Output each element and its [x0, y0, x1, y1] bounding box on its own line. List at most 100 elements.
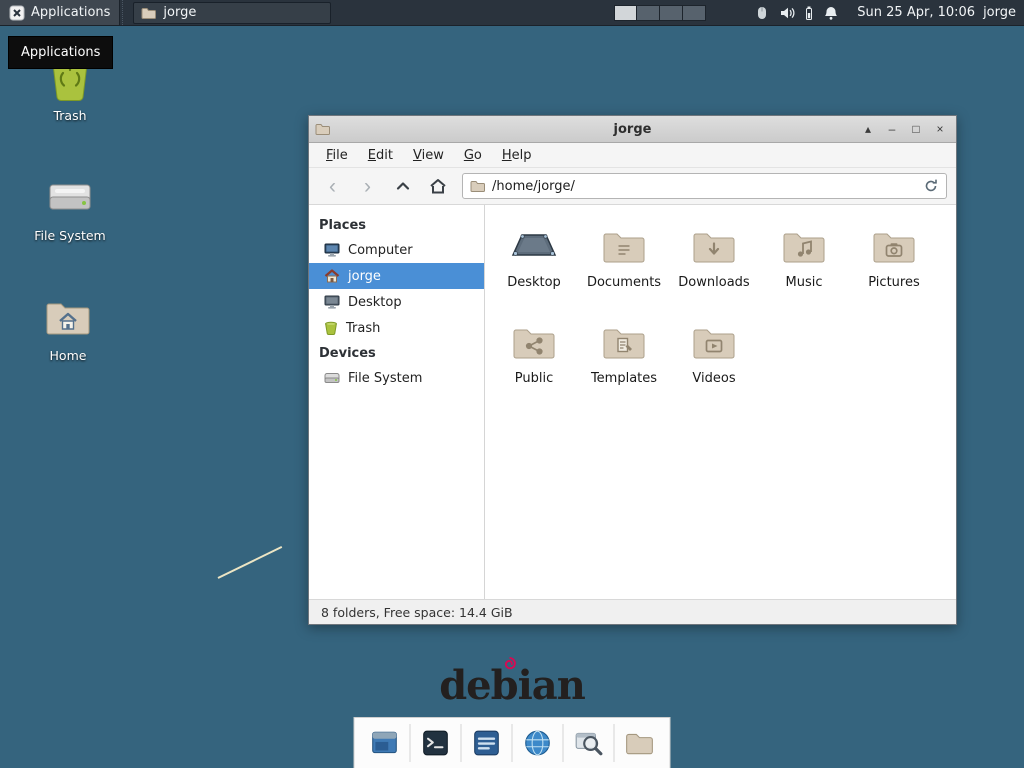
- menu-go[interactable]: Go: [455, 145, 491, 166]
- up-button[interactable]: [386, 172, 419, 200]
- app-finder-launcher[interactable]: [567, 721, 611, 765]
- desktop-icon-label: Home: [20, 348, 116, 363]
- sidebar-item-label: Computer: [348, 243, 413, 258]
- folder-downloads-icon: [691, 228, 737, 264]
- taskbar-window-label: jorge: [163, 5, 196, 20]
- panel-username[interactable]: jorge: [983, 5, 1016, 20]
- reload-icon[interactable]: [923, 178, 939, 194]
- workspace-3[interactable]: [660, 5, 683, 21]
- home-folder-icon: [44, 298, 92, 338]
- file-tile-music[interactable]: Music: [759, 218, 849, 314]
- folder-templates-icon: [601, 324, 647, 360]
- maximize-button[interactable]: □: [906, 119, 926, 139]
- file-tile-templates[interactable]: Templates: [579, 314, 669, 410]
- menubar: File Edit View Go Help: [309, 143, 956, 168]
- volume-icon[interactable]: [779, 5, 795, 21]
- drive-icon: [46, 178, 94, 218]
- home-icon: [324, 269, 340, 283]
- dock-separator: [410, 724, 411, 762]
- terminal-launcher[interactable]: [414, 721, 458, 765]
- sidebar-item-computer[interactable]: Computer: [309, 237, 484, 263]
- menu-file[interactable]: File: [317, 145, 357, 166]
- taskbar-window-button[interactable]: jorge: [133, 2, 331, 24]
- location-bar[interactable]: /home/jorge/: [462, 173, 947, 199]
- minimize-button[interactable]: –: [882, 119, 902, 139]
- file-tile-videos[interactable]: Videos: [669, 314, 759, 410]
- dock-separator: [461, 724, 462, 762]
- folder-launcher[interactable]: [618, 721, 662, 765]
- show-desktop-launcher[interactable]: [363, 721, 407, 765]
- computer-icon: [324, 243, 340, 258]
- debian-swirl-icon: [502, 657, 517, 671]
- window-controls: ▴ – □ ×: [858, 119, 950, 139]
- desktop-artifact-line: [218, 546, 283, 579]
- notification-bell-icon[interactable]: [823, 5, 839, 21]
- sidebar-item-label: Trash: [346, 321, 380, 336]
- trash-icon: [324, 321, 338, 336]
- home-icon: [429, 178, 447, 194]
- window-titlebar[interactable]: jorge ▴ – □ ×: [309, 116, 956, 143]
- file-tile-desktop[interactable]: Desktop: [489, 218, 579, 314]
- file-manager-icon: [472, 728, 502, 758]
- web-browser-launcher[interactable]: [516, 721, 560, 765]
- desktop-icon-filesystem[interactable]: File System: [22, 172, 118, 243]
- back-button[interactable]: ‹: [316, 172, 349, 200]
- terminal-icon: [421, 728, 451, 758]
- folder-videos-icon: [691, 324, 737, 360]
- sidebar-devices-header: Devices: [309, 341, 484, 365]
- file-label: Desktop: [489, 275, 579, 290]
- file-tile-public[interactable]: Public: [489, 314, 579, 410]
- menu-edit[interactable]: Edit: [359, 145, 402, 166]
- file-label: Public: [489, 371, 579, 386]
- sidebar-item-label: Desktop: [348, 295, 402, 310]
- folder-icon: [625, 728, 655, 758]
- shade-button[interactable]: ▴: [858, 119, 878, 139]
- debian-logo: debian: [439, 662, 585, 709]
- files-area: Desktop Documents: [485, 205, 956, 599]
- power-manager-icon[interactable]: [804, 5, 814, 21]
- file-tile-downloads[interactable]: Downloads: [669, 218, 759, 314]
- desktop-icon-home[interactable]: Home: [20, 292, 116, 363]
- file-manager-launcher[interactable]: [465, 721, 509, 765]
- applications-menu-icon: [9, 5, 25, 21]
- system-tray: [754, 5, 839, 21]
- workspace-pager: [614, 5, 706, 21]
- dock-separator: [563, 724, 564, 762]
- location-folder-icon: [470, 180, 485, 192]
- sidebar-item-filesystem[interactable]: File System: [309, 365, 484, 391]
- dock-separator: [512, 724, 513, 762]
- sidebar-item-jorge[interactable]: jorge: [309, 263, 484, 289]
- top-panel: Applications jorge: [0, 0, 1024, 26]
- menu-help[interactable]: Help: [493, 145, 541, 166]
- file-tile-pictures[interactable]: Pictures: [849, 218, 939, 314]
- applications-menu-label: Applications: [31, 5, 110, 20]
- file-label: Downloads: [669, 275, 759, 290]
- folder-pictures-icon: [871, 228, 917, 264]
- show-desktop-icon: [370, 728, 400, 758]
- workspace-1[interactable]: [614, 5, 637, 21]
- web-browser-icon: [523, 728, 553, 758]
- location-path[interactable]: /home/jorge/: [492, 179, 916, 194]
- file-label: Templates: [579, 371, 669, 386]
- file-tile-documents[interactable]: Documents: [579, 218, 669, 314]
- forward-icon: ›: [364, 176, 371, 197]
- sidebar-item-trash[interactable]: Trash: [309, 315, 484, 341]
- close-button[interactable]: ×: [930, 119, 950, 139]
- sidebar-item-label: jorge: [348, 269, 381, 284]
- menu-view[interactable]: View: [404, 145, 453, 166]
- desktop-icon-label: Trash: [22, 108, 118, 123]
- mouse-settings-icon[interactable]: [754, 5, 770, 21]
- workspace-2[interactable]: [637, 5, 660, 21]
- sidebar-item-desktop[interactable]: Desktop: [309, 289, 484, 315]
- forward-button[interactable]: ›: [351, 172, 384, 200]
- panel-clock[interactable]: Sun 25 Apr, 10:06: [857, 5, 975, 20]
- folder-icon: [141, 7, 156, 19]
- back-icon: ‹: [329, 176, 336, 197]
- folder-public-icon: [511, 324, 557, 360]
- workspace-4[interactable]: [683, 5, 706, 21]
- sidebar-places-header: Places: [309, 213, 484, 237]
- applications-menu-button[interactable]: Applications: [0, 0, 120, 25]
- home-button[interactable]: [421, 172, 454, 200]
- applications-tooltip: Applications: [8, 36, 113, 69]
- dock-separator: [614, 724, 615, 762]
